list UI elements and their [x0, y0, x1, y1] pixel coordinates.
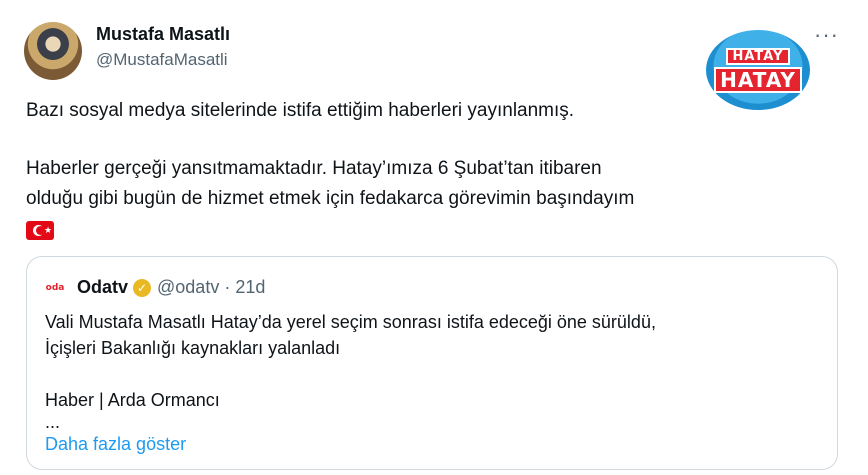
quoted-tweet-text: Vali Mustafa Masatlı Hatay’da yerel seçi… — [45, 309, 825, 457]
author-avatar[interactable] — [24, 22, 82, 80]
flag-star-icon: ★ — [44, 225, 53, 236]
more-options-icon[interactable]: ··· — [814, 22, 839, 48]
turkey-flag-icon: ★ — [26, 221, 54, 241]
quoted-tweet-header: Odatv ✓ @odatv · 21d — [77, 277, 265, 298]
quoted-line-1: Vali Mustafa Masatlı Hatay’da yerel seçi… — [45, 312, 656, 332]
logo-text-main: HATAY — [714, 66, 802, 93]
logo-text-top: HATAY — [726, 47, 790, 65]
tweet-line-2: Haberler gerçeği yansıtmamaktadır. Hatay… — [26, 158, 602, 179]
tweet-line-1: Bazı sosyal medya sitelerinde istifa ett… — [26, 100, 575, 121]
author-display-name[interactable]: Mustafa Masatlı — [96, 24, 230, 45]
verified-badge-icon: ✓ — [133, 278, 152, 297]
quoted-byline: Haber | Arda Ormancı — [45, 390, 220, 410]
quoted-author-handle[interactable]: @odatv — [157, 277, 219, 298]
odatv-avatar[interactable]: oda — [43, 277, 67, 299]
show-more-link[interactable]: Daha fazla göster — [45, 431, 825, 457]
tweet-line-3: olduğu gibi bugün de hizmet etmek için f… — [26, 188, 635, 209]
quoted-tweet-time[interactable]: 21d — [235, 277, 265, 298]
quoted-tweet-card[interactable]: oda Odatv ✓ @odatv · 21d Vali Mustafa Ma… — [26, 256, 838, 470]
tweet-text: Bazı sosyal medya sitelerinde istifa ett… — [26, 96, 806, 244]
quoted-author-name[interactable]: Odatv — [77, 277, 128, 298]
author-handle[interactable]: @MustafaMasatli — [96, 50, 228, 70]
quoted-line-2: İçişleri Bakanlığı kaynakları yalanladı — [45, 338, 341, 358]
quoted-ellipsis: ... — [45, 412, 61, 432]
header-separator: · — [224, 277, 231, 297]
